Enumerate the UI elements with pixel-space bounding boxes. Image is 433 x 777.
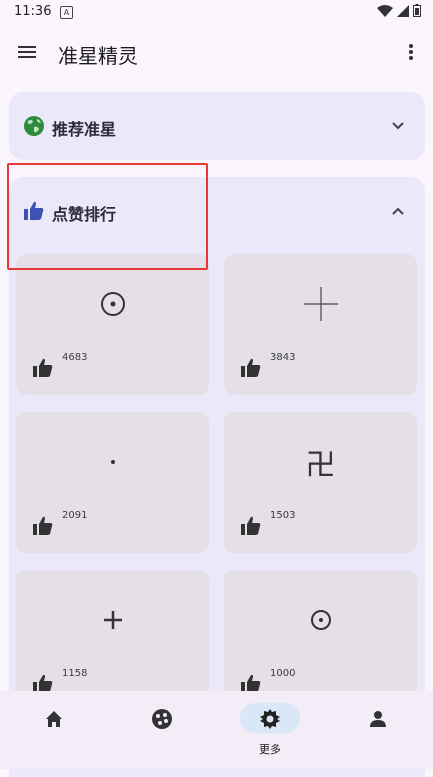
manji-crosshair-glyph: 卍 [305, 448, 336, 483]
crosshair-card[interactable]: 1000 [224, 570, 417, 693]
app-bar: 准星精灵 [0, 24, 433, 82]
signal-icon [397, 4, 409, 17]
palette-icon [152, 709, 172, 729]
dot-crosshair-icon [110, 460, 115, 464]
home-icon [46, 711, 62, 727]
globe-icon [24, 116, 44, 136]
nav-item-profile[interactable] [324, 691, 432, 769]
circle-dot-crosshair-icon [100, 292, 125, 316]
bottom-navigation: 更多 [0, 691, 433, 769]
more-vert-icon[interactable] [399, 38, 423, 66]
thumbs-up-icon[interactable] [32, 358, 54, 378]
like-count: 2091 [62, 510, 88, 521]
page-title: 准星精灵 [58, 44, 138, 68]
circle-dot-crosshair-icon [310, 610, 331, 630]
crosshair-card[interactable]: 卍 1503 [224, 412, 417, 553]
nav-item-more[interactable]: 更多 [216, 691, 324, 769]
crosshair-card[interactable]: 1158 [16, 570, 209, 693]
crosshair-card[interactable]: 3843 [224, 254, 417, 395]
status-time: 11:36 [14, 4, 52, 19]
wifi-icon [377, 4, 393, 17]
recommend-section-header[interactable]: 推荐准星 [9, 92, 425, 160]
chevron-down-icon[interactable] [389, 117, 407, 135]
nav-item-palette[interactable] [108, 691, 216, 769]
like-count: 1503 [270, 510, 296, 521]
notification-a-icon: A [60, 6, 73, 19]
battery-icon [413, 4, 421, 17]
status-icons [377, 4, 421, 17]
recommend-section-title: 推荐准星 [52, 120, 117, 139]
thumbs-up-icon[interactable] [32, 516, 54, 536]
crosshair-card[interactable]: 2091 [16, 412, 209, 553]
nav-label-more: 更多 [259, 743, 281, 756]
like-count: 1158 [62, 668, 88, 679]
gear-icon [260, 709, 280, 729]
nav-item-home[interactable] [0, 691, 108, 769]
chevron-up-icon[interactable] [389, 202, 407, 220]
hamburger-menu-icon[interactable] [14, 38, 42, 66]
thumbs-up-icon[interactable] [240, 516, 262, 536]
crosshair-card[interactable]: 4683 [16, 254, 209, 395]
thin-cross-crosshair-icon [303, 287, 338, 321]
like-count: 3843 [270, 352, 296, 363]
highlight-box [7, 163, 208, 270]
like-count: 4683 [62, 352, 88, 363]
thumbs-up-icon[interactable] [240, 358, 262, 378]
plus-crosshair-icon [103, 611, 122, 629]
person-icon [370, 711, 386, 727]
status-bar: 11:36 A [0, 0, 433, 24]
like-count: 1000 [270, 668, 296, 679]
